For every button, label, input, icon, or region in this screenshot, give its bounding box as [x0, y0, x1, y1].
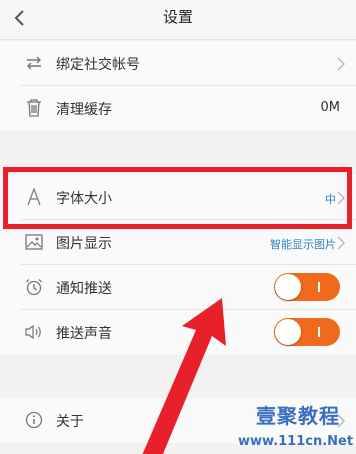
highlight-box: [3, 167, 352, 229]
speaker-icon: [24, 322, 44, 342]
trash-icon: [24, 98, 44, 118]
row-label: 图片显示: [56, 236, 112, 252]
nav-header: 设置: [0, 0, 356, 40]
image-display-value: 智能显示图片: [270, 238, 336, 251]
chevron-right-icon: [337, 236, 346, 250]
toggle-knob: [275, 274, 301, 300]
row-label: 关于: [56, 414, 84, 430]
row-bind-social[interactable]: 绑定社交帐号: [0, 41, 356, 86]
chevron-right-icon: [337, 57, 346, 71]
watermark-url: www.111cn.Net: [238, 434, 354, 449]
row-push-sound: 推送声音: [0, 310, 356, 355]
notifications-toggle[interactable]: [274, 273, 340, 301]
cache-size-value: 0M: [320, 100, 341, 115]
row-label: 清理缓存: [56, 102, 112, 118]
toggle-knob: [275, 319, 301, 345]
row-clear-cache[interactable]: 清理缓存 0M: [0, 86, 356, 131]
row-label: 推送声音: [56, 326, 112, 342]
image-icon: [24, 232, 44, 252]
push-sound-toggle[interactable]: [274, 318, 340, 346]
row-notifications: 通知推送: [0, 265, 356, 310]
row-label: 绑定社交帐号: [56, 57, 140, 73]
toggle-on-indicator: [318, 327, 320, 337]
page-title: 设置: [162, 8, 193, 26]
alarm-clock-icon: [24, 277, 44, 297]
watermark-logo: 壹聚教程: [256, 404, 340, 428]
swap-arrows-icon: [24, 53, 44, 73]
row-label: 通知推送: [56, 281, 112, 297]
toggle-on-indicator: [318, 282, 320, 292]
info-circle-icon: [24, 410, 44, 430]
